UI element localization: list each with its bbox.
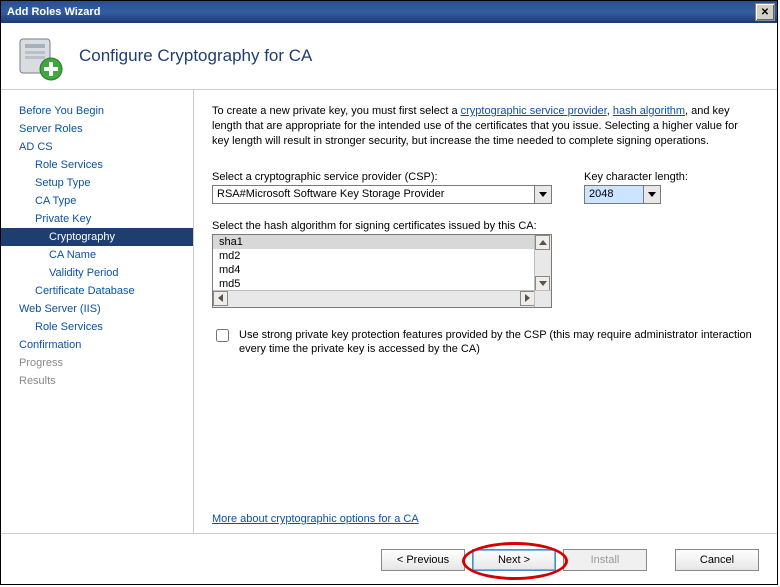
chevron-down-icon: [648, 192, 656, 197]
hash-option[interactable]: md2: [213, 249, 535, 263]
sidebar-step[interactable]: AD CS: [1, 138, 193, 156]
sidebar-step[interactable]: Cryptography: [1, 228, 193, 246]
chevron-right-icon: [525, 294, 530, 302]
keylen-dropdown-button[interactable]: [644, 185, 661, 204]
sidebar-step[interactable]: Setup Type: [1, 174, 193, 192]
chevron-down-icon: [539, 192, 547, 197]
hash-option[interactable]: md4: [213, 263, 535, 277]
hash-option[interactable]: md5: [213, 277, 535, 291]
cancel-button[interactable]: Cancel: [675, 549, 759, 571]
scroll-corner: [534, 290, 551, 307]
sidebar-step[interactable]: Before You Begin: [1, 102, 193, 120]
scroll-left-button[interactable]: [213, 291, 228, 306]
hash-option[interactable]: sha1: [213, 235, 535, 249]
sidebar-step: Progress: [1, 354, 193, 372]
wizard-icon: [15, 31, 65, 81]
sidebar-step: Results: [1, 372, 193, 390]
csp-value[interactable]: [212, 185, 535, 204]
scroll-right-button[interactable]: [520, 291, 535, 306]
csp-label: Select a cryptographic service provider …: [212, 171, 552, 183]
window-title: Add Roles Wizard: [7, 6, 100, 18]
chevron-up-icon: [539, 240, 547, 245]
next-button[interactable]: Next >: [472, 549, 556, 571]
scroll-up-button[interactable]: [535, 235, 550, 250]
keylen-value[interactable]: [584, 185, 644, 204]
sidebar-step[interactable]: CA Type: [1, 192, 193, 210]
csp-dropdown-button[interactable]: [535, 185, 552, 204]
sidebar-step[interactable]: Role Services: [1, 156, 193, 174]
sidebar-step[interactable]: Validity Period: [1, 264, 193, 282]
vertical-scrollbar[interactable]: [534, 235, 551, 291]
sidebar-step[interactable]: Role Services: [1, 318, 193, 336]
sidebar-step[interactable]: Certificate Database: [1, 282, 193, 300]
sidebar-step[interactable]: Confirmation: [1, 336, 193, 354]
sidebar-step[interactable]: Server Roles: [1, 120, 193, 138]
keylen-label: Key character length:: [584, 171, 688, 183]
titlebar: Add Roles Wizard ✕: [1, 1, 777, 23]
horizontal-scrollbar[interactable]: [213, 290, 535, 307]
strong-protection-checkbox[interactable]: [216, 329, 229, 342]
hash-listbox[interactable]: sha1md2md4md5: [212, 234, 552, 308]
sidebar-step[interactable]: CA Name: [1, 246, 193, 264]
install-button: Install: [563, 549, 647, 571]
hash-label: Select the hash algorithm for signing ce…: [212, 220, 757, 232]
page-title: Configure Cryptography for CA: [79, 46, 312, 66]
close-icon: ✕: [761, 7, 769, 18]
scroll-down-button[interactable]: [535, 276, 550, 291]
keylen-select[interactable]: [584, 185, 688, 204]
wizard-window: Add Roles Wizard ✕ Configure Cryptograph…: [0, 0, 778, 585]
previous-button[interactable]: < Previous: [381, 549, 465, 571]
strong-protection-label: Use strong private key protection featur…: [239, 328, 757, 358]
link-csp[interactable]: cryptographic service provider: [461, 105, 607, 117]
csp-select[interactable]: [212, 185, 552, 204]
link-hash[interactable]: hash algorithm: [613, 105, 685, 117]
header: Configure Cryptography for CA: [1, 23, 777, 90]
body: Before You BeginServer RolesAD CSRole Se…: [1, 90, 777, 533]
chevron-left-icon: [218, 294, 223, 302]
intro-text: To create a new private key, you must fi…: [212, 104, 757, 149]
sidebar: Before You BeginServer RolesAD CSRole Se…: [1, 90, 194, 533]
footer: < Previous Next > Install Cancel: [1, 533, 777, 586]
sidebar-step[interactable]: Private Key: [1, 210, 193, 228]
learn-more-link[interactable]: More about cryptographic options for a C…: [212, 513, 419, 525]
close-button[interactable]: ✕: [755, 3, 775, 21]
content: To create a new private key, you must fi…: [194, 90, 777, 533]
chevron-down-icon: [539, 281, 547, 286]
sidebar-step[interactable]: Web Server (IIS): [1, 300, 193, 318]
